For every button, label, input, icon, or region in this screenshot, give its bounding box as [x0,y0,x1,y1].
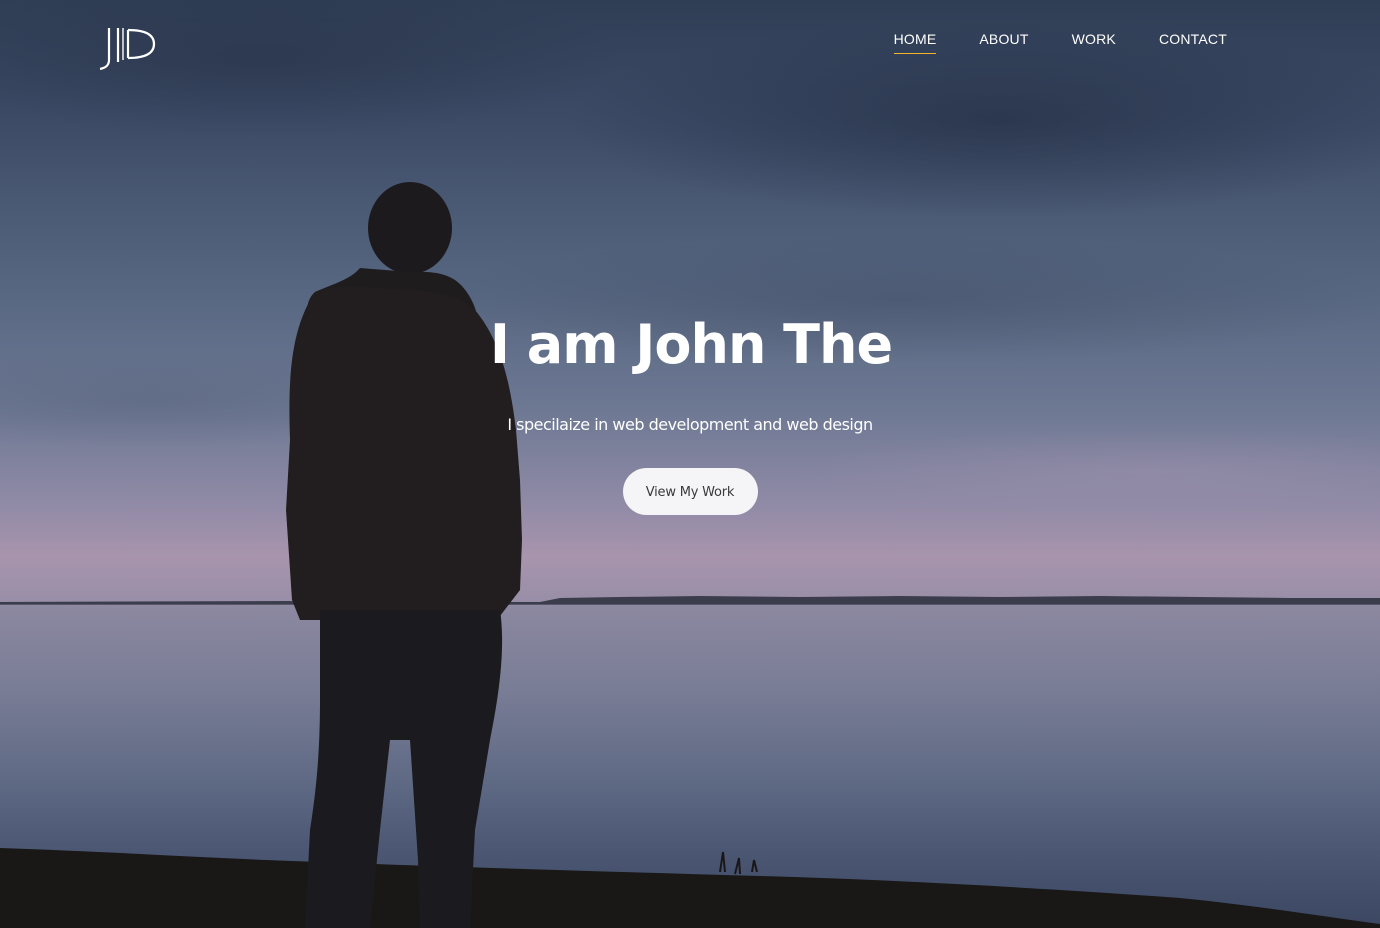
nav-contact[interactable]: CONTACT [1159,31,1227,54]
jd-logo[interactable] [96,24,162,70]
person-silhouette [286,182,522,928]
hero-section: HOME ABOUT WORK CONTACT I am John The I … [0,0,1380,928]
hero-subtitle: I specilaize in web development and web … [507,415,873,434]
nav-home[interactable]: HOME [893,31,937,54]
view-my-work-button[interactable]: View My Work [622,468,758,515]
main-nav: HOME ABOUT WORK CONTACT [893,31,1227,54]
hero-content: I am John The I specilaize in web develo… [0,308,1380,515]
nav-work[interactable]: WORK [1072,31,1116,54]
hero-title: I am John The [489,313,893,376]
nav-about[interactable]: ABOUT [979,31,1028,54]
shoreline [0,848,1380,928]
horizon-treeline [0,596,1380,610]
